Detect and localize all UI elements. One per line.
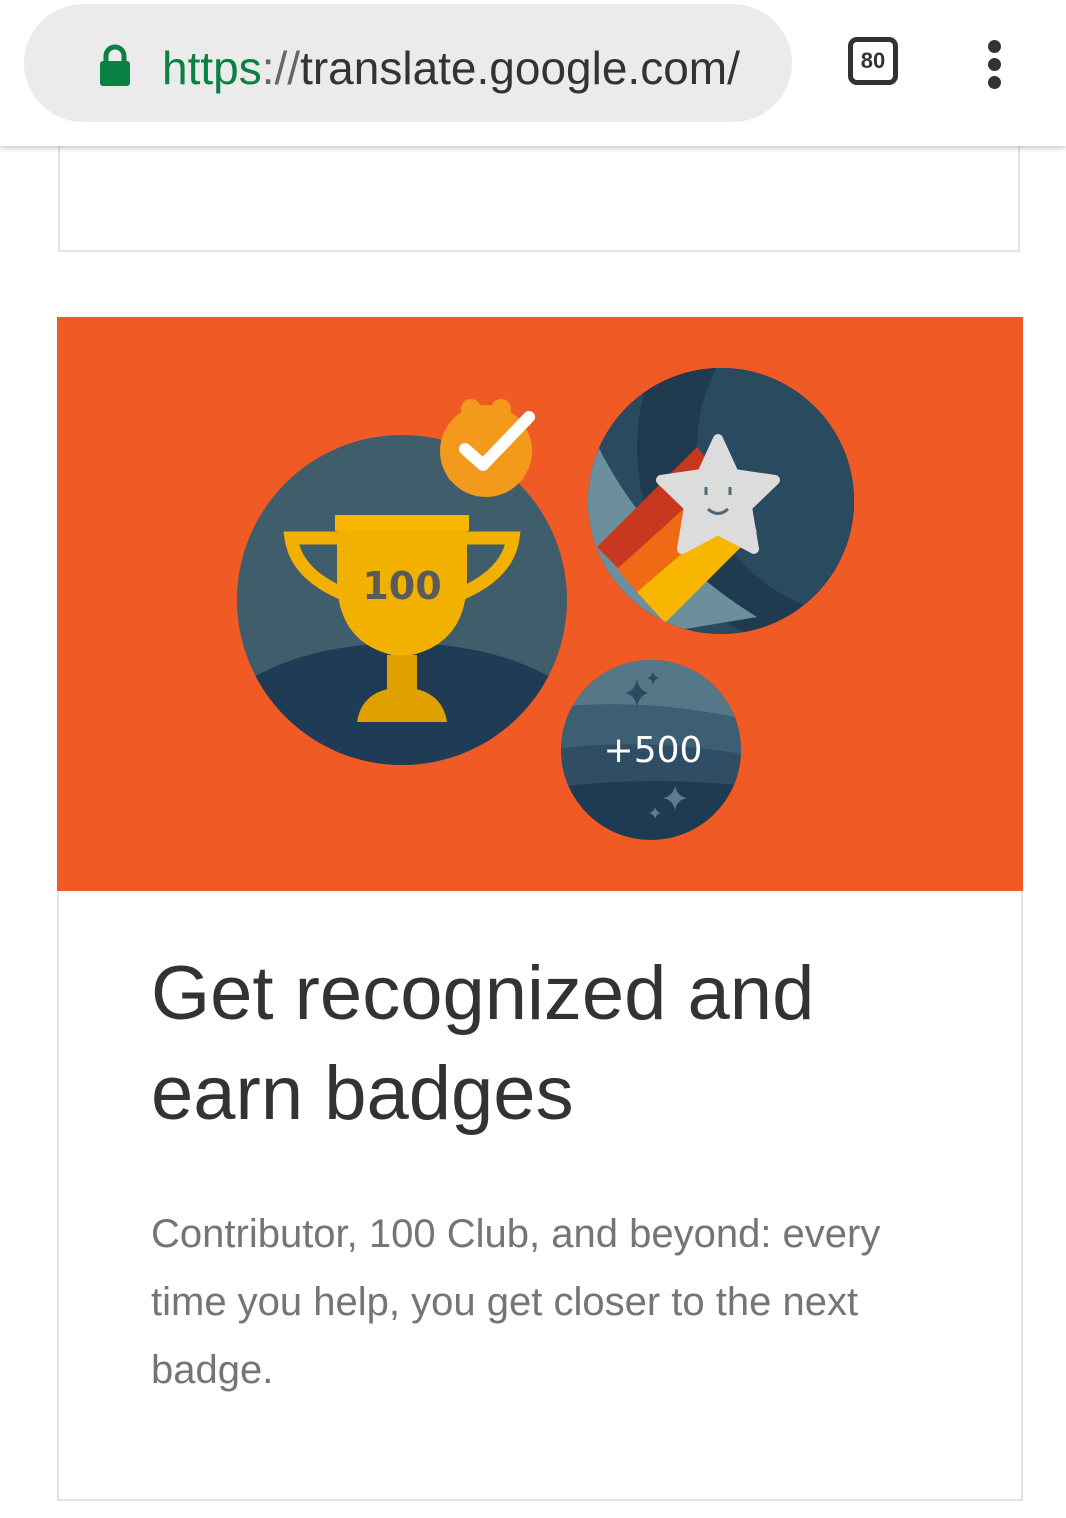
badges-card: 100 +500 Get recognized and earn badges … <box>57 317 1023 1501</box>
url-text[interactable]: https://translate.google.com/ <box>162 38 792 98</box>
card-body: Contributor, 100 Club, and beyond: every… <box>151 1212 881 1392</box>
more-options-icon[interactable] <box>976 36 1012 92</box>
trophy-badge: 100 <box>237 399 567 765</box>
tab-switcher-button[interactable]: 80 <box>848 37 898 85</box>
points-label: +500 <box>604 730 703 771</box>
lock-icon <box>100 44 130 86</box>
card-title: Get recognized and earn badges <box>151 951 815 1136</box>
check-seal-icon <box>440 399 535 497</box>
trophy-label: 100 <box>362 564 441 608</box>
address-bar[interactable]: https://translate.google.com/ <box>24 4 792 122</box>
star-badge <box>588 368 854 634</box>
points-badge: +500 <box>561 660 741 840</box>
badges-illustration: 100 +500 <box>57 317 1023 891</box>
page: https://translate.google.com/ 80 100 +50… <box>0 0 1066 1518</box>
browser-toolbar: https://translate.google.com/ 80 <box>0 0 1066 146</box>
